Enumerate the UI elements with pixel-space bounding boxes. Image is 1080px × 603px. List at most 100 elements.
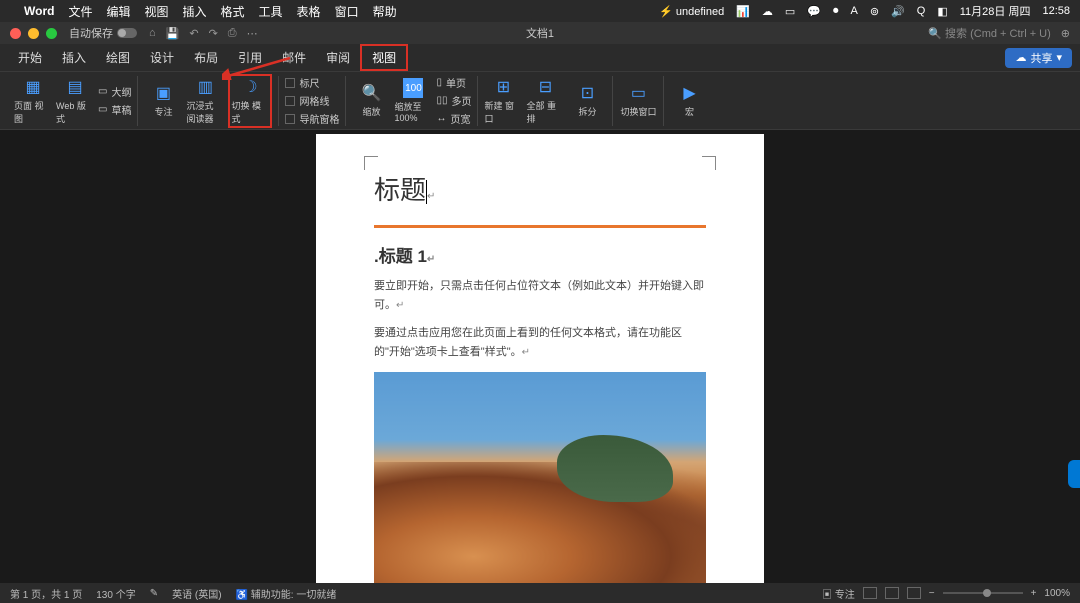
menu-edit[interactable]: 编辑 — [106, 3, 130, 20]
menu-file[interactable]: 文件 — [68, 3, 92, 20]
input-icon[interactable]: Q — [917, 5, 926, 17]
minimize-button[interactable] — [28, 28, 39, 39]
group-zoom: 🔍缩放 100缩放至 100% ▯ 单页 ▯▯ 多页 ↔ 页宽 — [346, 76, 478, 126]
doc-para1[interactable]: 要立即开始，只需点击任何占位符文本（例如此文本）并开始键入即可。↵ — [374, 277, 706, 314]
doc-para2[interactable]: 要通过点击应用您在此页面上看到的任何文本格式，请在功能区的"开始"选项卡上查看"… — [374, 324, 706, 361]
immersive-button[interactable]: ▥沉浸式 阅读器 — [186, 77, 224, 125]
record-icon[interactable]: ⏺ — [833, 5, 839, 18]
save-icon[interactable]: 💾 — [166, 27, 180, 40]
outline-button[interactable]: ▭ 大纲 — [98, 84, 131, 100]
share-button[interactable]: ☁ 共享 ▾ — [1005, 48, 1072, 68]
tab-references[interactable]: 引用 — [228, 44, 272, 71]
doc-heading1[interactable]: .标题 1↵ — [374, 242, 706, 267]
zoom-button[interactable]: 🔍缩放 — [352, 77, 390, 125]
control-icon[interactable]: ◧ — [937, 5, 947, 18]
app-name[interactable]: Word — [24, 4, 54, 18]
zoom-out-button[interactable]: − — [929, 588, 935, 599]
split-icon: ⊡ — [577, 83, 597, 103]
cloud-icon[interactable]: ☁ — [762, 5, 773, 18]
time-text[interactable]: 12:58 — [1042, 5, 1070, 17]
document-area[interactable]: 标题↵ .标题 1↵ 要立即开始，只需点击任何占位符文本（例如此文本）并开始键入… — [0, 130, 1080, 583]
volume-icon[interactable]: 🔊 — [891, 5, 905, 18]
menu-table[interactable]: 表格 — [297, 3, 321, 20]
statusbar: 第 1 页，共 1 页 130 个字 ✎ 英语 (英国) ♿ 辅助功能: 一切就… — [0, 583, 1080, 603]
page-width-button[interactable]: ↔ 页宽 — [436, 111, 471, 127]
zoom-in-button[interactable]: + — [1031, 588, 1037, 599]
wechat-icon[interactable]: 💬 — [807, 5, 821, 18]
autosave-toggle[interactable] — [117, 28, 137, 38]
tab-design[interactable]: 设计 — [140, 44, 184, 71]
switch-mode-button[interactable]: ☽切换 模式 — [231, 77, 269, 125]
wifi-icon[interactable]: ⊚ — [870, 5, 879, 18]
arrange-all-button[interactable]: ⊟全部 重排 — [526, 77, 564, 125]
tab-layout[interactable]: 布局 — [184, 44, 228, 71]
menu-tools[interactable]: 工具 — [259, 3, 283, 20]
single-page-button[interactable]: ▯ 单页 — [436, 75, 471, 91]
tab-draw[interactable]: 绘图 — [96, 44, 140, 71]
view-mode-2[interactable] — [885, 587, 899, 599]
group-reading: ▣专注 ▥沉浸式 阅读器 ☽切换 模式 — [138, 76, 279, 126]
spell-icon[interactable]: ✎ — [150, 588, 158, 599]
maximize-button[interactable] — [46, 28, 57, 39]
collapse-ribbon-icon[interactable]: ⊕ — [1061, 27, 1070, 40]
ribbon-view: ▦页面 视图 ▤Web 版式 ▭ 大纲 ▭ 草稿 ▣专注 ▥沉浸式 阅读器 ☽切… — [0, 72, 1080, 130]
document-title: 文档1 — [526, 25, 554, 41]
window-controls — [10, 28, 57, 39]
draft-button[interactable]: ▭ 草稿 — [98, 102, 131, 118]
split-button[interactable]: ⊡拆分 — [568, 77, 606, 125]
autosave-label: 自动保存 — [69, 25, 113, 41]
tab-home[interactable]: 开始 — [8, 44, 52, 71]
focus-icon: ▣ — [153, 83, 173, 103]
document-page[interactable]: 标题↵ .标题 1↵ 要立即开始，只需点击任何占位符文本（例如此文本）并开始键入… — [316, 134, 764, 583]
menu-help[interactable]: 帮助 — [373, 3, 397, 20]
new-window-icon: ⊞ — [493, 77, 513, 97]
tab-insert[interactable]: 插入 — [52, 44, 96, 71]
web-view-button[interactable]: ▤Web 版式 — [56, 77, 94, 125]
screen-icon[interactable]: ▭ — [785, 5, 795, 18]
side-panel-tab[interactable] — [1068, 460, 1080, 488]
zoom100-button[interactable]: 100缩放至 100% — [394, 77, 432, 125]
language-indicator[interactable]: 英语 (英国) — [172, 586, 221, 601]
tab-view[interactable]: 视图 — [360, 44, 408, 71]
redo-icon[interactable]: ↷ — [209, 27, 218, 40]
close-button[interactable] — [10, 28, 21, 39]
date-text[interactable]: 11月28日 周四 — [960, 3, 1031, 19]
document-image[interactable] — [374, 372, 706, 583]
multi-page-button[interactable]: ▯▯ 多页 — [436, 93, 471, 109]
menu-insert[interactable]: 插入 — [183, 3, 207, 20]
page-view-button[interactable]: ▦页面 视图 — [14, 77, 52, 125]
view-mode-1[interactable] — [863, 587, 877, 599]
chart-icon[interactable]: 📊 — [736, 5, 750, 18]
focus-mode-button[interactable]: ▣ 专注 — [822, 586, 855, 601]
home-icon[interactable]: ⌂ — [149, 27, 156, 40]
group-switch: ▭切换窗口 — [613, 76, 664, 126]
macro-button[interactable]: ▶宏 — [670, 77, 708, 125]
a-icon[interactable]: A — [851, 5, 858, 17]
margin-corner — [364, 156, 378, 170]
macos-menubar: Word 文件 编辑 视图 插入 格式 工具 表格 窗口 帮助 ⚡ undefi… — [0, 0, 1080, 22]
view-mode-3[interactable] — [907, 587, 921, 599]
doc-title-heading[interactable]: 标题↵ — [374, 170, 706, 207]
more-icon[interactable]: ⋯ — [247, 27, 258, 40]
new-window-button[interactable]: ⊞新建 窗口 — [484, 77, 522, 125]
menu-view[interactable]: 视图 — [144, 3, 168, 20]
print-icon[interactable]: ⎙ — [228, 27, 237, 40]
tab-mailings[interactable]: 邮件 — [272, 44, 316, 71]
undo-icon[interactable]: ↶ — [189, 27, 198, 40]
zoom-slider[interactable] — [943, 592, 1023, 594]
zoom-level[interactable]: 100% — [1044, 588, 1070, 599]
macro-icon: ▶ — [679, 83, 699, 103]
nav-checkbox[interactable]: 导航窗格 — [285, 111, 339, 127]
menu-format[interactable]: 格式 — [221, 3, 245, 20]
ruler-checkbox[interactable]: 标尺 — [285, 75, 339, 91]
accessibility-status[interactable]: ♿ 辅助功能: 一切就绪 — [236, 586, 337, 601]
gridlines-checkbox[interactable]: 网格线 — [285, 93, 339, 109]
word-count[interactable]: 130 个字 — [96, 586, 135, 601]
zoom-icon: 🔍 — [361, 83, 381, 103]
menu-window[interactable]: 窗口 — [335, 3, 359, 20]
tab-review[interactable]: 审阅 — [316, 44, 360, 71]
page-indicator[interactable]: 第 1 页，共 1 页 — [10, 586, 82, 601]
focus-button[interactable]: ▣专注 — [144, 77, 182, 125]
search-field[interactable]: 🔍 搜索 (Cmd + Ctrl + U) — [928, 25, 1051, 41]
switch-window-button[interactable]: ▭切换窗口 — [619, 77, 657, 125]
